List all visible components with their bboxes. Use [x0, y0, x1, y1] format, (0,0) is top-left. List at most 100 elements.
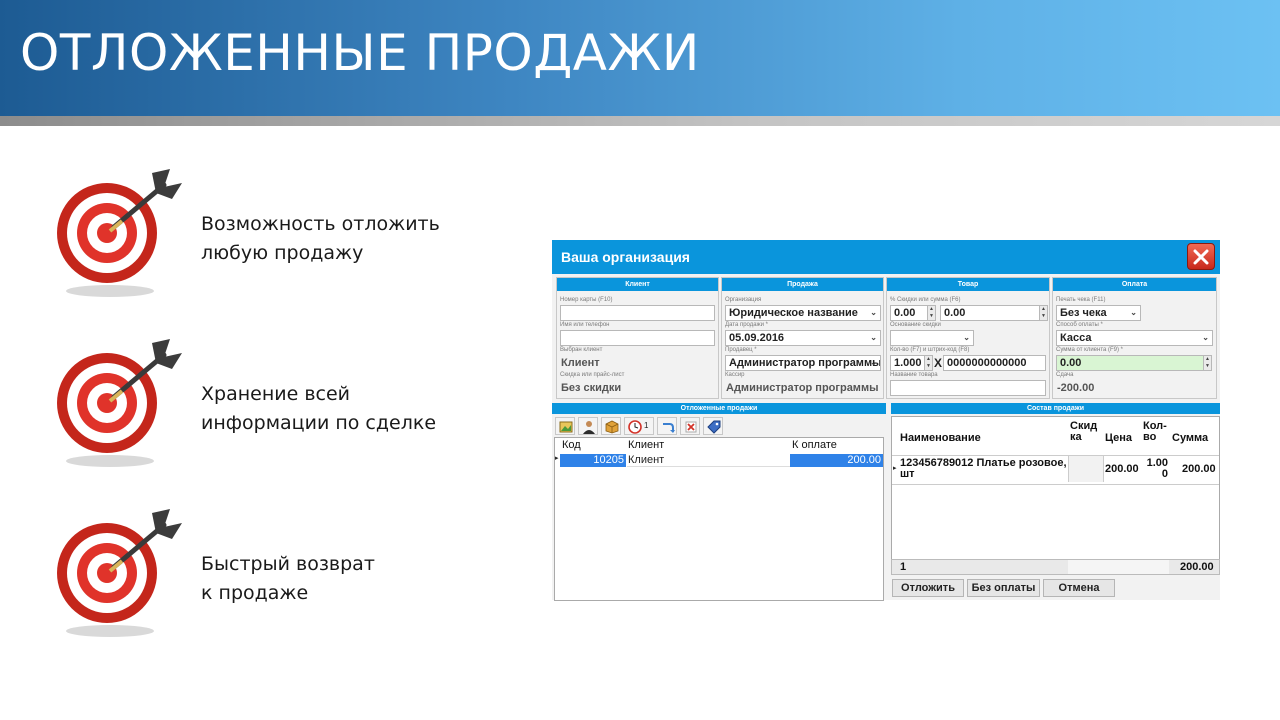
deferred-sales-panel: Отложенные продажи 1 Код Клиент К оплате…	[552, 403, 886, 601]
discount-sum-spinner[interactable]: ▲ ▼	[1039, 305, 1048, 321]
cancel-button[interactable]: Отмена	[1043, 579, 1115, 597]
panel-header: Отложенные продажи	[552, 403, 886, 414]
slide-title: ОТЛОЖЕННЫЕ ПРОДАЖИ	[20, 24, 700, 82]
field-label: Скидка или прайс-лист	[560, 372, 625, 378]
column-header-line: во	[1143, 431, 1157, 443]
total-count: 1	[900, 561, 907, 573]
feature-text: Возможность отложить любую продажу	[201, 210, 440, 268]
toolbar-button[interactable]: 1	[624, 417, 654, 435]
client-name-input[interactable]	[560, 330, 715, 346]
cell-price: 200.00	[1105, 463, 1139, 475]
toolbar-button[interactable]	[601, 417, 621, 435]
table-row[interactable]: ▸ 10205 Клиент 200.00	[555, 454, 885, 467]
feature-item: Быстрый возврат к продаже	[52, 505, 512, 645]
column-header[interactable]: Клиент	[628, 439, 664, 451]
column-header[interactable]: К оплате	[792, 439, 837, 451]
barcode-input[interactable]: 0000000000000	[943, 355, 1046, 371]
payment-method-select[interactable]: Касса ⌄	[1056, 330, 1213, 346]
seller-select[interactable]: Администратор программы ⌄	[725, 355, 881, 371]
cell-name: 123456789012 Платье розовое, шт	[900, 458, 1072, 480]
totals-empty-cell	[1068, 560, 1169, 574]
column-header[interactable]: Код	[562, 439, 581, 451]
toolbar-button[interactable]	[555, 417, 575, 435]
field-label: Кол-во (F7) и штрих-код (F8)	[890, 347, 970, 353]
panel-header: Оплата	[1053, 278, 1216, 291]
chevron-down-icon: ⌄	[870, 333, 877, 342]
field-label: Организация	[725, 297, 762, 303]
chevron-down-icon: ⌄	[870, 358, 877, 367]
tag-icon	[707, 420, 721, 434]
totals-row: 1 200.00	[891, 559, 1220, 575]
column-header-line: ка	[1070, 431, 1082, 443]
toolbar-button[interactable]	[680, 417, 700, 435]
card-number-input[interactable]	[560, 305, 715, 321]
dart-target-icon	[57, 339, 182, 467]
row-marker-icon: ▸	[893, 465, 897, 472]
column-header[interactable]: Наименование	[900, 433, 981, 444]
cell-client: Клиент	[627, 454, 790, 467]
client-amount-spinner[interactable]: ▲ ▼	[1203, 355, 1212, 371]
client-amount-input[interactable]: 0.00	[1056, 355, 1204, 371]
feature-line: Быстрый возврат	[201, 553, 375, 575]
field-label: Выбран клиент	[560, 347, 603, 353]
field-label: Сдача	[1056, 372, 1074, 378]
cell-discount	[1068, 456, 1104, 482]
seller-value: Администратор программы	[729, 357, 881, 369]
panel-header: Товар	[887, 278, 1049, 291]
discount-sum-input[interactable]: 0.00	[940, 305, 1040, 321]
chevron-down-icon: ⌄	[1202, 333, 1209, 342]
toolbar-button[interactable]	[578, 417, 598, 435]
panel-header: Клиент	[557, 278, 718, 291]
table-row[interactable]: ▸ 123456789012 Платье розовое, шт 200.00…	[892, 455, 1219, 485]
column-header[interactable]: Скид ка	[1070, 421, 1100, 443]
discount-percent-input[interactable]: 0.00	[890, 305, 928, 321]
total-sum: 200.00	[1180, 561, 1214, 573]
panel-header: Состав продажи	[891, 403, 1220, 414]
field-label: % Скидки или сумма (F6)	[890, 297, 961, 303]
product-name-input[interactable]	[890, 380, 1046, 396]
sale-panel: Продажа Организация Юридическое название…	[721, 277, 884, 399]
no-payment-button[interactable]: Без оплаты	[967, 579, 1040, 597]
client-panel: Клиент Номер карты (F10) Имя или телефон…	[556, 277, 719, 399]
sale-items-table: Наименование Скид ка Цена Кол- во Сумма …	[891, 416, 1220, 574]
field-label: Номер карты (F10)	[560, 297, 613, 303]
toolbar-button[interactable]	[657, 417, 677, 435]
dart-target-icon	[57, 169, 182, 297]
feature-item: Хранение всей информации по сделке	[52, 335, 512, 475]
delete-icon	[685, 421, 697, 433]
goods-panel: Товар % Скидки или сумма (F6) 0.00 ▲ ▼ 0.…	[886, 277, 1050, 399]
feature-text: Хранение всей информации по сделке	[201, 380, 436, 438]
change-value: -200.00	[1057, 382, 1095, 394]
chevron-down-icon: ⌄	[963, 333, 970, 342]
receipt-print-select[interactable]: Без чека ⌄	[1056, 305, 1141, 321]
feature-line: Возможность отложить	[201, 213, 440, 235]
organization-select[interactable]: Юридическое название ⌄	[725, 305, 881, 321]
column-header[interactable]: Цена	[1105, 433, 1132, 444]
chevron-down-icon: ⌄	[870, 308, 877, 317]
app-title-bar: Ваша организация	[552, 240, 1220, 274]
discount-spinner[interactable]: ▲ ▼	[927, 305, 936, 321]
deferred-sales-table: Код Клиент К оплате ▸ 10205 Клиент 200.0…	[554, 437, 884, 601]
field-label: Основание скидки	[890, 322, 941, 328]
dart-target-icon	[57, 509, 182, 637]
column-header[interactable]: Сумма	[1172, 433, 1208, 444]
pos-app-window: Ваша организация Клиент Номер карты (F10…	[552, 240, 1220, 601]
organization-value: Юридическое название	[729, 307, 858, 319]
feature-line: к продаже	[201, 582, 309, 604]
cashier-value: Администратор программы	[726, 382, 879, 394]
header-divider	[0, 116, 1280, 126]
discount-reason-select[interactable]: ⌄	[890, 330, 974, 346]
quantity-input[interactable]: 1.000	[890, 355, 925, 371]
toolbar-button[interactable]	[703, 417, 723, 435]
sale-date-picker[interactable]: 05.09.2016 ⌄	[725, 330, 881, 346]
cell-quantity: 1.00 0	[1144, 458, 1168, 480]
slide-header: ОТЛОЖЕННЫЕ ПРОДАЖИ	[0, 0, 1280, 116]
quantity-spinner[interactable]: ▲ ▼	[924, 355, 933, 371]
cell-line: 123456789012 Платье розовое,	[900, 457, 1067, 469]
field-label: Название товара	[890, 372, 938, 378]
clock-icon	[628, 420, 642, 434]
defer-button[interactable]: Отложить	[892, 579, 964, 597]
column-header[interactable]: Кол- во	[1143, 421, 1167, 443]
close-button[interactable]	[1187, 243, 1215, 270]
feature-line: любую продажу	[201, 242, 364, 264]
